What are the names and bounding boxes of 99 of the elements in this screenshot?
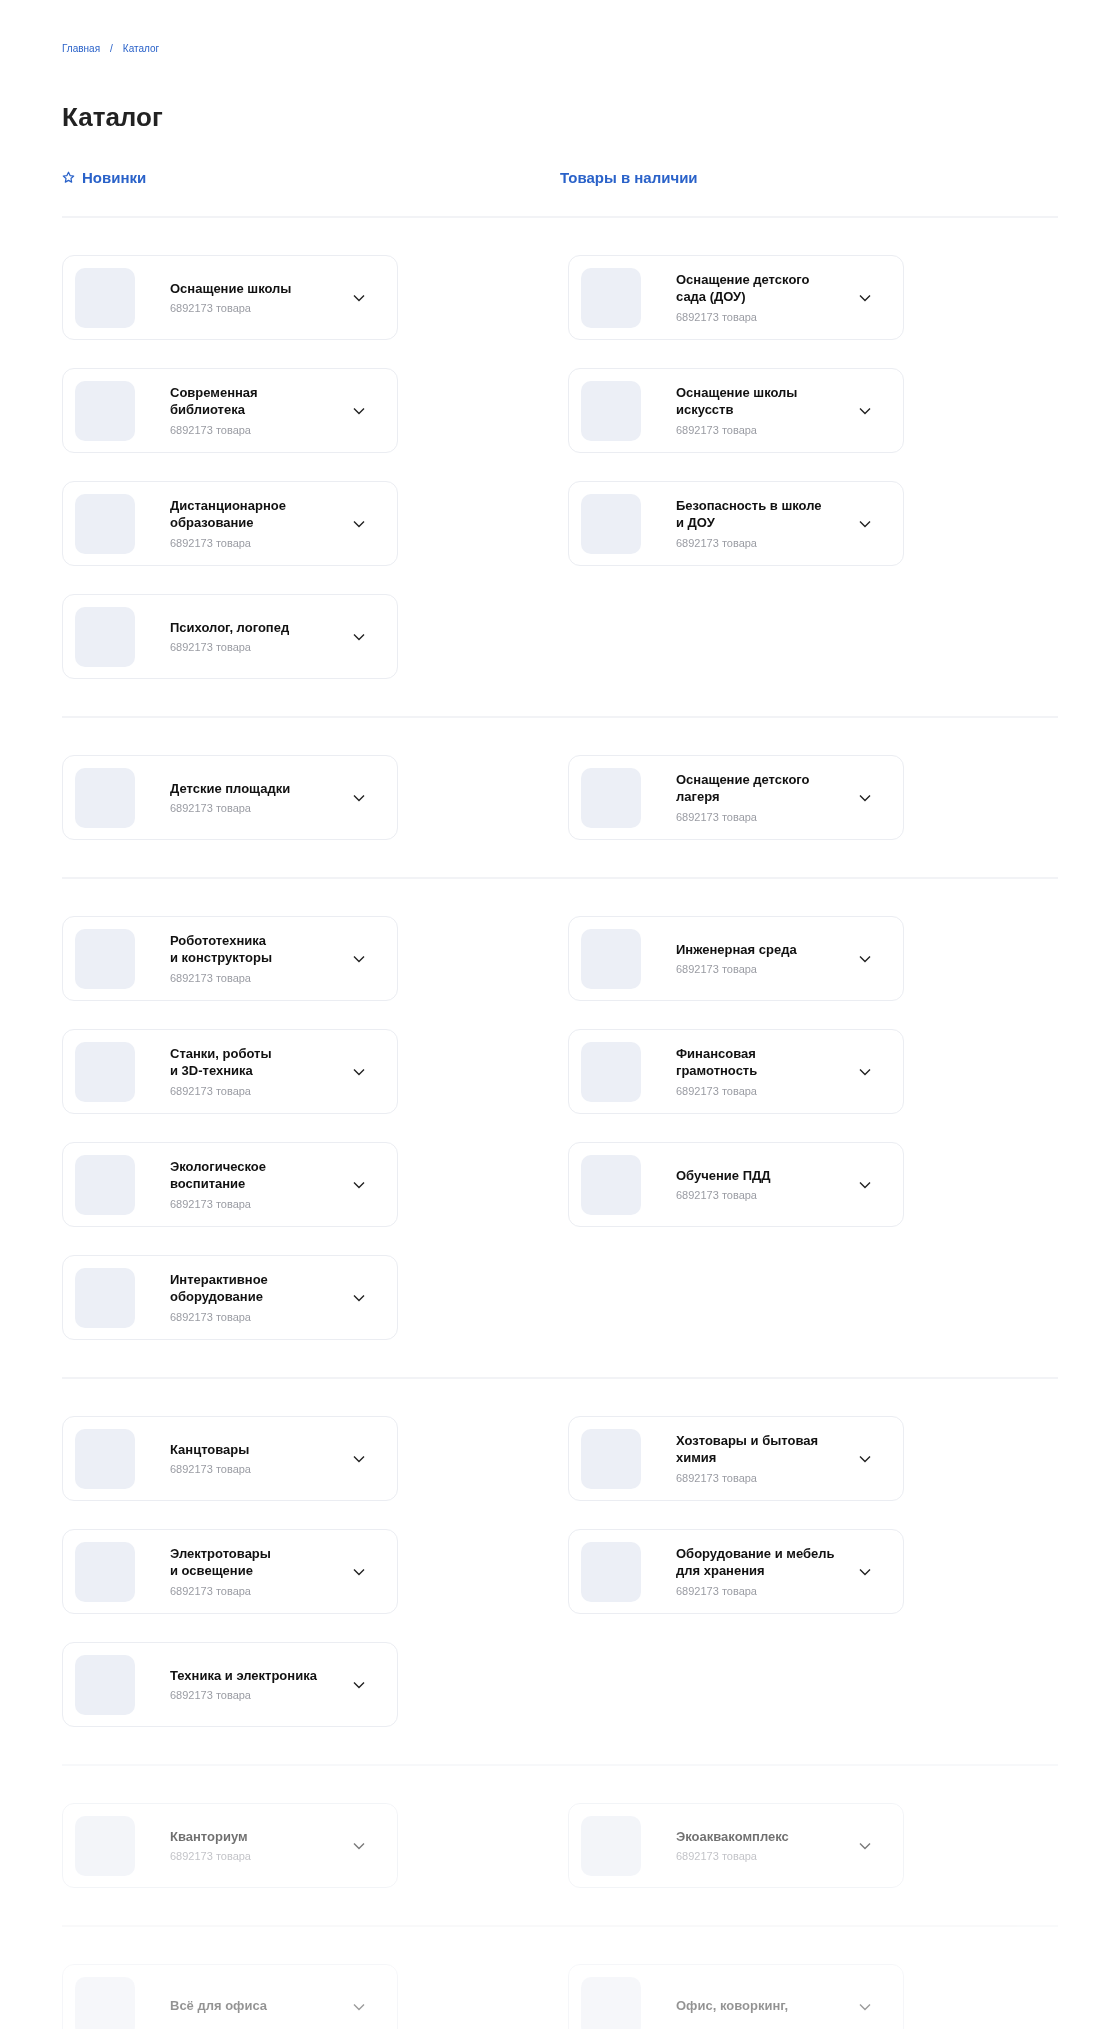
- chevron-down-icon[interactable]: [859, 954, 871, 963]
- chevron-down-icon[interactable]: [353, 954, 365, 963]
- category-card[interactable]: Современная библиотека 6892173 товара: [62, 368, 398, 453]
- category-card[interactable]: Оснащение школы 6892173 товара: [62, 255, 398, 340]
- chevron-down-icon[interactable]: [859, 293, 871, 302]
- category-title: Офис, коворкинг,: [676, 1998, 790, 2015]
- product-count: 6892173 товара: [676, 1189, 758, 1202]
- product-count: 6892173 товара: [676, 310, 758, 323]
- product-count: 6892173 товара: [170, 641, 252, 654]
- chevron-down-icon[interactable]: [353, 1680, 365, 1689]
- breadcrumb-separator: /: [110, 43, 113, 54]
- category-title: Оборудование и мебель для хранения: [676, 1546, 836, 1580]
- category-title: Кванториум: [170, 1828, 249, 1846]
- category-card[interactable]: Канцтовары 6892173 товара: [62, 1416, 398, 1501]
- chevron-down-icon[interactable]: [859, 1454, 871, 1463]
- category-card[interactable]: Кванториум 6892173 товара: [62, 1803, 398, 1888]
- category-title: Психолог, логопед: [170, 619, 291, 637]
- product-count: 6892173 товара: [170, 1197, 252, 1210]
- category-title: Дистанционарное образование: [170, 498, 287, 532]
- category-card[interactable]: Психолог, логопед 6892173 товара: [62, 594, 398, 679]
- product-count: 6892173 товара: [170, 536, 252, 549]
- category-title: Оснащение школы искусств: [676, 385, 799, 419]
- page-title: Каталог: [62, 104, 164, 130]
- category-card[interactable]: Дистанционарное образование 6892173 товара: [62, 481, 398, 566]
- product-count: 6892173 товара: [676, 536, 758, 549]
- chevron-down-icon[interactable]: [353, 293, 365, 302]
- category-card[interactable]: Оборудование и мебель для хранения 6892173 товара: [568, 1529, 904, 1614]
- chevron-down-icon[interactable]: [353, 1180, 365, 1189]
- product-count: 6892173 товара: [170, 1084, 252, 1097]
- category-card[interactable]: Обучение ПДД 6892173 товара: [568, 1142, 904, 1227]
- category-title: Оснащение детского сада (ДОУ): [676, 272, 811, 306]
- product-count: 6892173 товара: [676, 1084, 758, 1097]
- product-count: 6892173 товара: [676, 1584, 758, 1597]
- category-title: Техника и электроника: [170, 1667, 318, 1685]
- chevron-down-icon[interactable]: [859, 1067, 871, 1076]
- chevron-down-icon[interactable]: [353, 1567, 365, 1576]
- category-title: Инженерная среда: [676, 941, 798, 959]
- category-title: Электротовары и освещение: [170, 1546, 272, 1580]
- category-card[interactable]: Электротовары и освещение 6892173 товара: [62, 1529, 398, 1614]
- category-card[interactable]: Детские площадки 6892173 товара: [62, 755, 398, 840]
- category-card[interactable]: Финансовая грамотность 6892173 товара: [568, 1029, 904, 1114]
- category-card[interactable]: Робототехника и конструкторы 6892173 товара: [62, 916, 398, 1001]
- chevron-down-icon[interactable]: [353, 406, 365, 415]
- chevron-down-icon[interactable]: [353, 1067, 365, 1076]
- star-icon: [62, 170, 75, 184]
- category-title: Оснащение детского лагеря: [676, 772, 811, 806]
- chevron-down-icon[interactable]: [353, 632, 365, 641]
- category-card[interactable]: Оснащение детского сада (ДОУ) 6892173 товара: [568, 255, 904, 340]
- category-title: Канцтовары: [170, 1441, 251, 1459]
- category-card[interactable]: Инженерная среда 6892173 товара: [568, 916, 904, 1001]
- category-title: Оснащение школы: [170, 280, 293, 298]
- product-count: 6892173 товара: [676, 423, 758, 436]
- category-title: Экоаквакомплекс: [676, 1828, 790, 1846]
- category-title: Финансовая грамотность: [676, 1046, 759, 1080]
- product-count: 6892173 товара: [676, 963, 758, 976]
- product-count: 6892173 товара: [170, 1310, 252, 1323]
- category-card[interactable]: Экоаквакомплекс 6892173 товара: [568, 1803, 904, 1888]
- category-card[interactable]: Интерактивное оборудование 6892173 товара: [62, 1255, 398, 1340]
- product-count: 6892173 товара: [170, 423, 252, 436]
- chevron-down-icon[interactable]: [353, 1293, 365, 1302]
- category-card[interactable]: Экологическое воспитание 6892173 товара: [62, 1142, 398, 1227]
- chevron-down-icon[interactable]: [859, 793, 871, 802]
- category-card[interactable]: Оснащение школы искусств 6892173 товара: [568, 368, 904, 453]
- breadcrumb-link[interactable]: Главная: [62, 43, 101, 54]
- category-card[interactable]: Оснащение детского лагеря 6892173 товара: [568, 755, 904, 840]
- product-count: 6892173 товара: [676, 1850, 758, 1863]
- category-title: Экологическое воспитание: [170, 1159, 267, 1193]
- product-count: 6892173 товара: [170, 1584, 252, 1597]
- category-card[interactable]: Хозтовары и бытовая химия 6892173 товара: [568, 1416, 904, 1501]
- category-title: Безопасность в школе и ДОУ: [676, 498, 823, 532]
- category-title: Современная библиотека: [170, 385, 259, 419]
- category-title: Обучение ПДД: [676, 1167, 772, 1185]
- product-count: 6892173 товара: [170, 1463, 252, 1476]
- category-title: Всё для офиса: [170, 1998, 269, 2015]
- chevron-down-icon[interactable]: [859, 1180, 871, 1189]
- quick-link[interactable]: Новинки: [62, 168, 560, 186]
- product-count: 6892173 товара: [170, 1689, 252, 1702]
- product-count: 6892173 товара: [170, 802, 252, 815]
- product-count: 6892173 товара: [676, 810, 758, 823]
- category-card[interactable]: Техника и электроника 6892173 товара: [62, 1642, 398, 1727]
- chevron-down-icon[interactable]: [353, 519, 365, 528]
- chevron-down-icon[interactable]: [353, 793, 365, 802]
- category-title: Хозтовары и бытовая химия: [676, 1433, 820, 1467]
- product-count: 6892173 товара: [676, 1471, 758, 1484]
- chevron-down-icon[interactable]: [859, 519, 871, 528]
- chevron-down-icon[interactable]: [353, 1454, 365, 1463]
- breadcrumb-link[interactable]: Каталог: [122, 43, 160, 54]
- product-count: 6892173 товара: [170, 1850, 252, 1863]
- category-title: Станки, роботы и 3D-техника: [170, 1046, 273, 1080]
- product-count: 6892173 товара: [170, 971, 252, 984]
- category-title: Робототехника и конструкторы: [170, 933, 273, 967]
- quick-link[interactable]: Товары в наличии: [560, 168, 1058, 186]
- category-title: Интерактивное оборудование: [170, 1272, 269, 1306]
- product-count: 6892173 товара: [170, 302, 252, 315]
- category-card[interactable]: Станки, роботы и 3D-техника 6892173 товара: [62, 1029, 398, 1114]
- chevron-down-icon[interactable]: [859, 1567, 871, 1576]
- category-card[interactable]: Безопасность в школе и ДОУ 6892173 товара: [568, 481, 904, 566]
- category-title: Детские площадки: [170, 780, 292, 798]
- chevron-down-icon[interactable]: [859, 406, 871, 415]
